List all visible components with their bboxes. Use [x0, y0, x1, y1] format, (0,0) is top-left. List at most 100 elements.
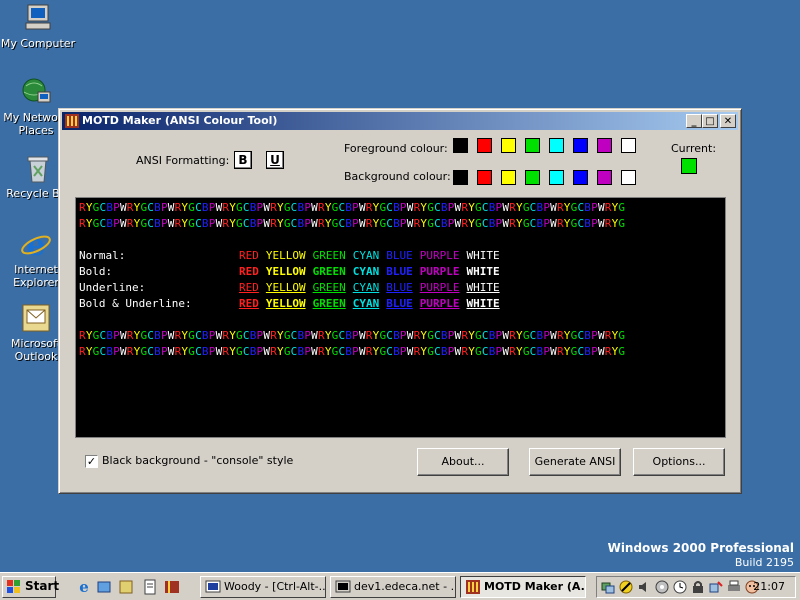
maximize-button[interactable]: □ — [702, 114, 718, 128]
outlook-quicklaunch-icon[interactable] — [96, 579, 112, 595]
underline-button[interactable]: U — [266, 151, 284, 169]
printer-tray-icon[interactable] — [727, 580, 741, 594]
colour-letter: G — [475, 217, 482, 230]
colour-letter: R — [604, 217, 612, 230]
colour-letter: R — [556, 201, 564, 214]
colour-letter: P — [399, 329, 407, 342]
taskbar-task-active[interactable]: MOTD Maker (A... — [460, 576, 586, 598]
current-label: Current: — [671, 142, 717, 155]
colour-word: PURPLE — [419, 249, 460, 262]
colour-letter: W — [167, 201, 175, 214]
colour-word: RED — [239, 265, 259, 278]
taskbar-task[interactable]: dev1.edeca.net - ... — [330, 576, 456, 598]
colour-word: CYAN — [352, 265, 380, 278]
colour-letter: R — [79, 201, 86, 214]
background-colour-label: Background colour: — [344, 170, 451, 183]
disc-tray-icon[interactable] — [655, 580, 669, 594]
background-swatch[interactable] — [453, 170, 468, 185]
background-swatch[interactable] — [501, 170, 516, 185]
ansi-preview-console: RYGCBPWRYGCBPWRYGCBPWRYGCBPWRYGCBPWRYGCB… — [75, 197, 726, 438]
foreground-swatch[interactable] — [549, 138, 564, 153]
colour-letter: W — [119, 217, 127, 230]
colour-word: WHITE — [466, 297, 500, 310]
preview-colour-words: RED YELLOW GREEN CYAN BLUE PURPLE WHITE — [239, 281, 507, 294]
foreground-swatch[interactable] — [573, 138, 588, 153]
foreground-swatch[interactable] — [501, 138, 516, 153]
background-swatch[interactable] — [525, 170, 540, 185]
colour-letter: Y — [563, 345, 571, 358]
background-swatch[interactable] — [549, 170, 564, 185]
colour-letter: W — [597, 345, 605, 358]
colour-word: BLUE — [386, 249, 413, 262]
colour-word: WHITE — [466, 281, 500, 294]
colour-letter: B — [249, 217, 257, 230]
minimize-icon: _ — [691, 116, 697, 127]
options-button[interactable]: Options... — [633, 448, 725, 476]
clock: 21:07 — [753, 580, 785, 593]
colour-letter: C — [434, 201, 441, 214]
colour-letter: R — [509, 329, 516, 342]
colour-letter: B — [201, 329, 209, 342]
start-button[interactable]: Start — [2, 576, 59, 598]
colour-letter: R — [126, 201, 134, 214]
about-button[interactable]: About... — [417, 448, 509, 476]
taskbar-task[interactable]: Woody - [Ctrl-Alt-... — [200, 576, 326, 598]
foreground-swatch[interactable] — [525, 138, 540, 153]
pen-tray-icon[interactable] — [619, 580, 633, 594]
winrar-quicklaunch-icon[interactable] — [164, 579, 180, 595]
generate-ansi-button[interactable]: Generate ANSI — [529, 448, 621, 476]
colour-letter: Y — [324, 329, 332, 342]
recycle-bin-icon — [22, 152, 54, 184]
colour-letter: Y — [563, 201, 571, 214]
title-bar[interactable]: MOTD Maker (ANSI Colour Tool) _ □ ✕ — [62, 112, 738, 130]
colour-letter: B — [393, 201, 400, 214]
minimize-button[interactable]: _ — [686, 114, 702, 128]
notepad-quicklaunch-icon[interactable] — [142, 579, 158, 595]
colour-letter: C — [434, 217, 441, 230]
volume-tray-icon[interactable] — [637, 580, 651, 594]
colour-letter: C — [290, 217, 298, 230]
colour-letter: W — [358, 329, 366, 342]
network-places-icon — [20, 76, 52, 108]
black-background-checkbox[interactable]: ✓ — [85, 455, 98, 468]
desktop-icon-my-computer[interactable]: My Computer — [0, 2, 76, 50]
colour-letter: W — [550, 201, 557, 214]
colour-letter: B — [249, 345, 257, 358]
network-tray-icon[interactable] — [601, 580, 615, 594]
bold-button[interactable]: B — [234, 151, 252, 169]
colour-letter: P — [352, 217, 359, 230]
colour-letter: G — [618, 217, 626, 230]
colour-letter: P — [113, 329, 120, 342]
colour-letter: P — [447, 217, 455, 230]
background-swatch[interactable] — [597, 170, 612, 185]
colour-letter: P — [399, 217, 407, 230]
outlook-icon — [20, 302, 52, 334]
lock-tray-icon[interactable] — [691, 580, 705, 594]
foreground-swatch[interactable] — [453, 138, 468, 153]
clock-tray-icon[interactable] — [673, 580, 687, 594]
colour-letter: P — [113, 201, 120, 214]
ie-quicklaunch-icon[interactable]: e — [76, 578, 92, 596]
background-swatch[interactable] — [477, 170, 492, 185]
background-swatch[interactable] — [573, 170, 588, 185]
colour-letter: R — [604, 329, 612, 342]
computer-icon — [22, 2, 54, 34]
connection-tray-icon[interactable] — [709, 580, 723, 594]
colour-letter: C — [290, 201, 298, 214]
background-swatch[interactable] — [621, 170, 636, 185]
foreground-swatch[interactable] — [621, 138, 636, 153]
foreground-swatch[interactable] — [477, 138, 492, 153]
colour-word: CYAN — [352, 249, 380, 262]
preview-colour-words: RED YELLOW GREEN CYAN BLUE PURPLE WHITE — [239, 249, 507, 262]
colour-letter: P — [113, 217, 120, 230]
foreground-swatch[interactable] — [597, 138, 612, 153]
colour-letter: G — [283, 345, 291, 358]
close-button[interactable]: ✕ — [720, 114, 736, 128]
colour-letter: G — [236, 329, 243, 342]
motd-maker-window: MOTD Maker (ANSI Colour Tool) _ □ ✕ ANSI… — [58, 108, 742, 494]
colour-letter: B — [393, 329, 400, 342]
colour-letter: C — [434, 329, 441, 342]
os-watermark: Windows 2000 Professional — [607, 541, 794, 555]
show-desktop-icon[interactable] — [118, 579, 134, 595]
colour-letter: P — [160, 345, 168, 358]
